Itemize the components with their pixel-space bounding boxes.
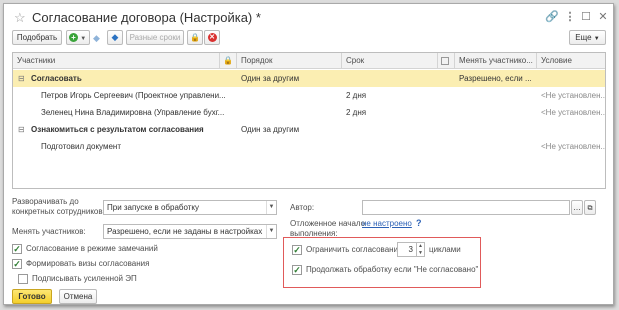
continue-checkbox[interactable]: ✓ [292, 265, 302, 275]
row-participant: Петров Игорь Сергеевич (Проектное управл… [41, 91, 226, 100]
table-row[interactable]: Петров Игорь Сергеевич (Проектное управл… [13, 87, 605, 104]
table-row[interactable]: Подготовил документ <Не установлен... [13, 138, 605, 155]
different-terms-button[interactable]: Разные сроки [126, 30, 184, 45]
limit-label: Ограничить согласование [306, 245, 403, 254]
deferred-start-label: Отложенное начало выполнения: [290, 219, 365, 239]
form-visas-checkbox[interactable]: ✓ [12, 259, 22, 269]
author-select-button[interactable]: … [571, 200, 583, 215]
row-condition: <Не установлен... [541, 91, 606, 100]
row-change: Разрешено, если ... [459, 74, 532, 83]
delete-icon: ✕ [207, 33, 217, 42]
expand-select[interactable]: При запуске в обработку ▼ [103, 200, 277, 215]
remarks-mode-label: Согласование в режиме замечаний [26, 244, 158, 253]
table-header: Участники 🔒 Порядок Срок Менять участник… [13, 53, 605, 69]
header-check[interactable] [438, 53, 455, 69]
limit-checkbox[interactable]: ✓ [292, 245, 302, 255]
row-participant: Подготовил документ [41, 142, 121, 151]
move-down-icon: ◆ [111, 32, 119, 42]
remarks-mode-checkbox[interactable]: ✓ [12, 244, 22, 254]
cycles-label: циклами [429, 245, 461, 254]
cancel-button[interactable]: Отмена [59, 289, 97, 304]
expand-label: Разворачивать до конкретных сотрудников: [12, 197, 105, 217]
form-visas-label: Формировать визы согласования [26, 259, 150, 268]
row-order: Один за другим [241, 74, 300, 83]
kebab-icon[interactable]: ⋮ [562, 9, 578, 25]
change-participants-value: Разрешено, если не заданы в настройках [107, 227, 263, 236]
change-participants-select[interactable]: Разрешено, если не заданы в настройках ▼ [103, 224, 277, 239]
author-open-button[interactable]: ⧉ [584, 200, 596, 215]
select-button[interactable]: Подобрать [12, 30, 62, 45]
deferred-start-link[interactable]: не настроено [362, 219, 412, 228]
deferred-label-line1: Отложенное начало [290, 219, 366, 228]
change-participants-label: Менять участников: [12, 227, 86, 236]
close-icon[interactable]: ✕ [595, 9, 611, 25]
table-row[interactable]: Зеленец Нина Владимировна (Управление бу… [13, 104, 605, 121]
expand-label-line2: конкретных сотрудников: [12, 207, 105, 216]
sign-checkbox[interactable] [18, 274, 28, 284]
lock-icon: 🔒 [223, 56, 233, 65]
add-button[interactable]: + ▼ [66, 30, 90, 45]
delete-button[interactable]: ✕ [204, 30, 220, 45]
ok-button[interactable]: Готово [12, 289, 52, 304]
sign-label: Подписывать усиленной ЭП [32, 274, 137, 283]
expand-label-line1: Разворачивать до [12, 197, 79, 206]
header-change-participants[interactable]: Менять участнико... [455, 53, 537, 69]
header-lock[interactable]: 🔒 [220, 53, 237, 69]
window-title: Согласование договора (Настройка) * [32, 10, 261, 25]
row-participant: Согласовать [31, 74, 82, 83]
open-icon: ⧉ [587, 205, 593, 212]
star-icon[interactable]: ☆ [14, 10, 26, 26]
table-row[interactable]: ⊟ Согласовать Один за другим Разрешено, … [13, 70, 605, 87]
more-button[interactable]: Еще ▼ [569, 30, 606, 45]
row-order: Один за другим [241, 125, 300, 134]
header-order[interactable]: Порядок [237, 53, 342, 69]
checkbox-icon [441, 57, 449, 65]
row-term: 2 дня [346, 91, 367, 100]
chevron-down-icon[interactable]: ▼ [266, 201, 276, 214]
move-down-button[interactable]: ◆ [107, 30, 123, 45]
chevron-down-icon: ▼ [80, 36, 87, 42]
collapse-icon[interactable]: ⊟ [18, 121, 25, 138]
move-up-icon[interactable]: ◆ [93, 33, 100, 44]
row-condition: <Не установлен... [541, 108, 606, 117]
header-participants[interactable]: Участники [13, 53, 220, 69]
more-label: Еще [575, 33, 592, 42]
link-icon[interactable]: 🔗 [544, 9, 560, 25]
limit-cycles-input[interactable]: 3 [397, 242, 417, 257]
maximize-icon[interactable]: ☐ [578, 9, 594, 25]
row-participant: Ознакомиться с результатом согласования [31, 125, 204, 134]
settings-window: ☆ Согласование договора (Настройка) * 🔗 … [3, 3, 614, 305]
chevron-down-icon: ▼ [593, 36, 600, 42]
chevron-down-icon[interactable]: ▼ [266, 225, 276, 238]
limit-stepper[interactable]: ▲ ▼ [417, 242, 425, 257]
lock-button[interactable]: 🔒 [187, 30, 203, 45]
author-label: Автор: [290, 203, 315, 212]
help-icon[interactable]: ? [416, 218, 422, 228]
add-icon: + [69, 33, 78, 42]
header-condition[interactable]: Условие [537, 53, 605, 69]
expand-value: При запуске в обработку [107, 203, 200, 212]
table-row[interactable]: ⊟ Ознакомиться с результатом согласовани… [13, 121, 605, 138]
row-term: 2 дня [346, 108, 367, 117]
collapse-icon[interactable]: ⊟ [18, 70, 25, 87]
participants-table: Участники 🔒 Порядок Срок Менять участник… [12, 52, 606, 189]
continue-label: Продолжать обработку если "Не согласован… [306, 265, 479, 274]
header-term[interactable]: Срок [342, 53, 438, 69]
author-field[interactable] [362, 200, 570, 215]
row-condition: <Не установлен... [541, 142, 606, 151]
row-participant: Зеленец Нина Владимировна (Управление бу… [41, 108, 225, 117]
lock-icon: 🔒 [190, 33, 200, 42]
